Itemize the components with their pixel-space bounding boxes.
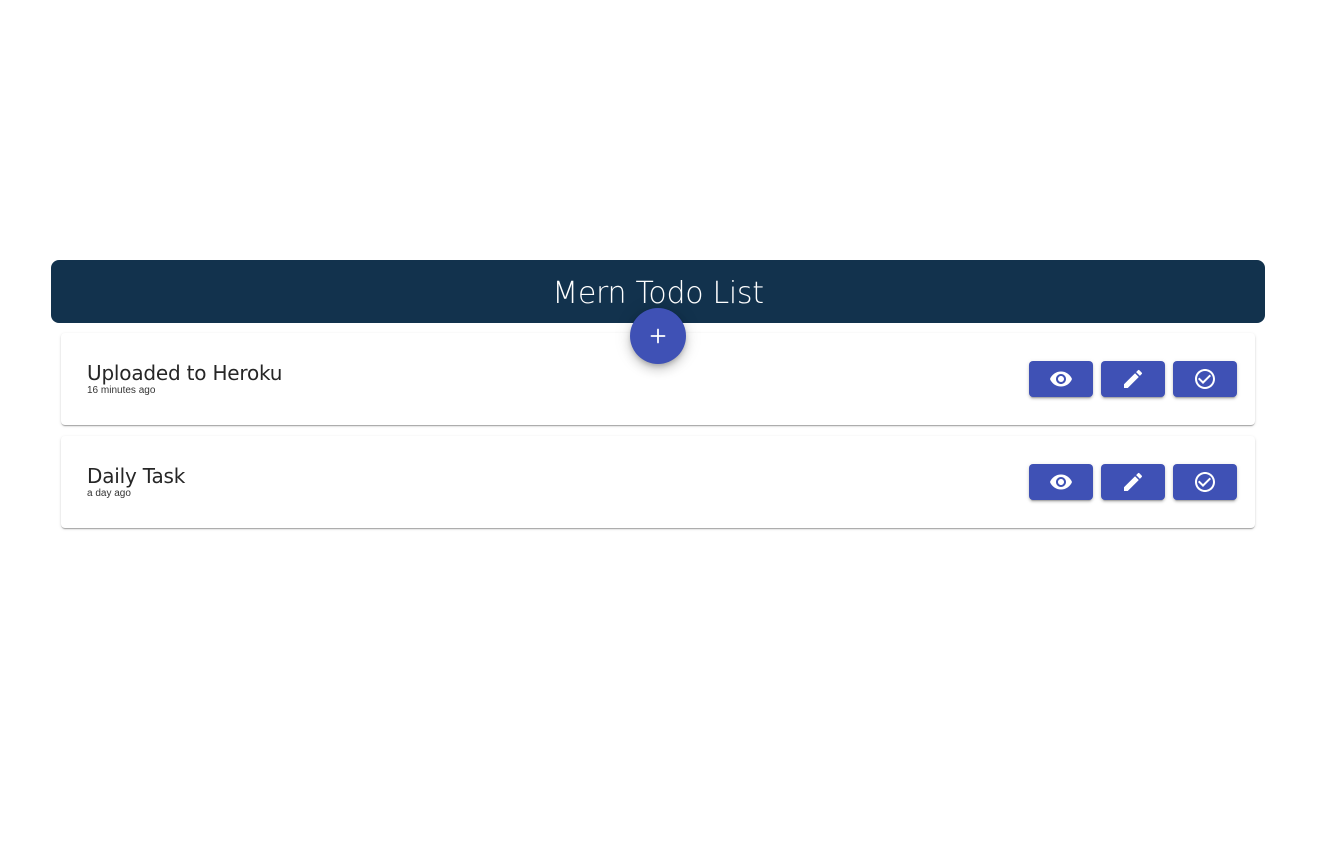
view-button[interactable] <box>1029 361 1093 397</box>
todo-actions <box>1029 361 1237 397</box>
todo-title: Uploaded to Heroku <box>87 361 283 385</box>
view-button[interactable] <box>1029 464 1093 500</box>
eye-icon <box>1050 371 1072 387</box>
pencil-icon <box>1124 369 1143 388</box>
todo-text: Uploaded to Heroku 16 minutes ago <box>87 361 282 397</box>
edit-button[interactable] <box>1101 464 1165 500</box>
check-circle-icon <box>1195 472 1215 492</box>
todo-text: Daily Task a day ago <box>87 464 185 500</box>
complete-button[interactable] <box>1173 361 1237 397</box>
app-root: Mern Todo List Uploaded to Heroku 16 min… <box>0 0 1334 842</box>
todo-card: Daily Task a day ago <box>61 436 1255 528</box>
plus-icon <box>650 328 666 344</box>
todo-timestamp: 16 minutes ago <box>87 385 156 396</box>
pencil-icon <box>1124 472 1143 491</box>
complete-button[interactable] <box>1173 464 1237 500</box>
check-circle-icon <box>1195 369 1215 389</box>
edit-button[interactable] <box>1101 361 1165 397</box>
eye-icon <box>1050 474 1072 490</box>
todo-title: Daily Task <box>87 464 186 488</box>
todo-timestamp: a day ago <box>87 488 131 499</box>
add-todo-button[interactable] <box>630 308 686 364</box>
todo-actions <box>1029 464 1237 500</box>
page-title: Mern Todo List <box>552 275 764 311</box>
